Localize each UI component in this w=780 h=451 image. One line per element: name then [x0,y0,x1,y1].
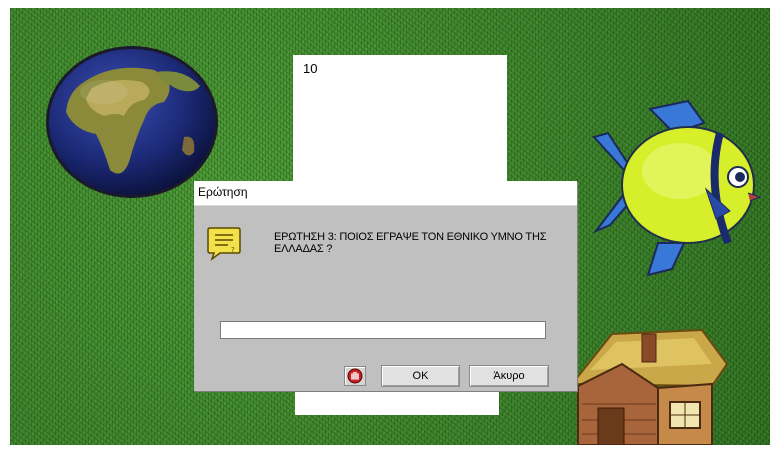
dialog-title: Ερώτηση [198,185,248,199]
ok-button[interactable]: OK [381,365,460,387]
score-value: 10 [303,61,318,76]
question-dialog: Ερώτηση ? ΕΡΩΤΗΣΗ 3: ΠΟΙΟΣ ΕΓΡΑΨΕ ΤΟΝ ΕΘ… [194,181,577,391]
house-icon [569,328,729,445]
help-icon [347,368,363,384]
svg-text:?: ? [231,246,235,254]
question-text: ΕΡΩΤΗΣΗ 3: ΠΟΙΟΣ ΕΓΡΑΨΕ ΤΟΝ ΕΘΝΙΚΟ ΥΜΝΟ … [274,231,547,255]
answer-input[interactable] [220,321,546,339]
dialog-title-bar[interactable]: Ερώτηση [194,181,577,206]
globe-icon [46,46,218,198]
help-button[interactable] [344,366,366,386]
fish-icon [592,99,762,277]
cancel-button[interactable]: Άκυρο [469,365,549,387]
message-icon: ? [207,227,241,261]
score-panel: 10 [293,55,507,181]
answer-strip [295,391,499,415]
